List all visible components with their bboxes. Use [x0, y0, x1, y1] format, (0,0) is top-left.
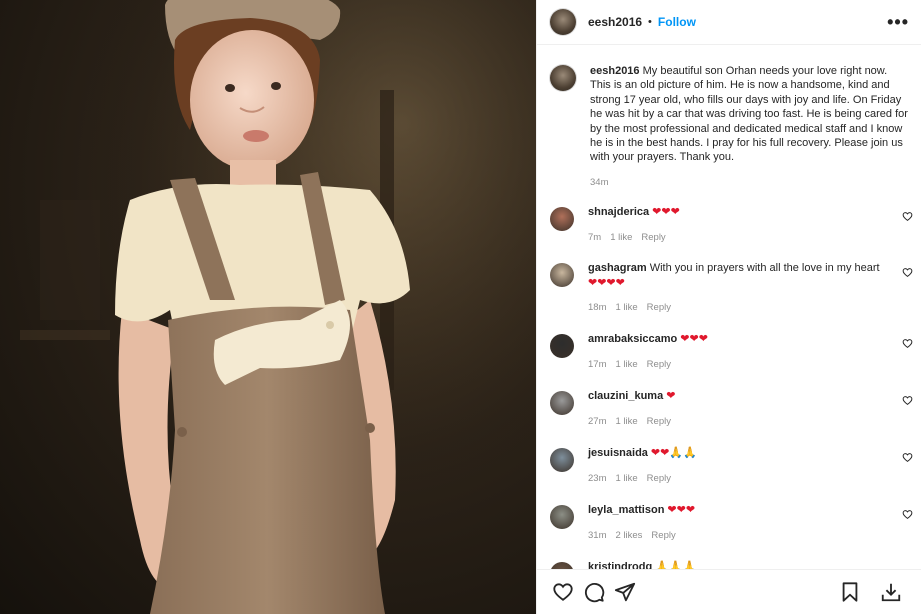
comment-avatar[interactable]: [550, 391, 574, 415]
comment-likes[interactable]: 1 like: [615, 359, 637, 370]
post-photo: [0, 0, 536, 614]
comment-avatar[interactable]: [550, 448, 574, 472]
comment-time: 31m: [588, 529, 607, 541]
comment-likes[interactable]: 1 like: [610, 232, 632, 243]
comment-text: amrabaksiccamo ❤❤❤: [588, 332, 888, 347]
comment-like-heart-icon[interactable]: [902, 211, 913, 222]
comment-username[interactable]: jesuisnaida: [588, 447, 648, 459]
comment-username[interactable]: shnajderica: [588, 206, 649, 218]
comment-avatar[interactable]: [550, 207, 574, 231]
comment-reply-button[interactable]: Reply: [647, 416, 671, 427]
header-avatar[interactable]: [550, 9, 576, 35]
comment-like-heart-icon[interactable]: [902, 452, 913, 463]
comment-time: 27m: [588, 415, 607, 427]
post-header: eesh2016 • Follow •••: [537, 0, 921, 45]
comment-body: clauzini_kuma ❤ 27m 1 like Reply: [588, 389, 888, 427]
comments-list[interactable]: eesh2016 My beautiful son Orhan needs yo…: [537, 45, 921, 570]
comment-text: leyla_mattison ❤❤❤: [588, 503, 888, 518]
comment-username[interactable]: leyla_mattison: [588, 504, 664, 516]
caption-username[interactable]: eesh2016: [590, 65, 640, 77]
comment-reply-button[interactable]: Reply: [647, 473, 671, 484]
follow-button[interactable]: Follow: [658, 15, 696, 29]
header-username[interactable]: eesh2016: [588, 15, 642, 29]
comment-likes[interactable]: 2 likes: [615, 530, 642, 541]
comment-emoji: ❤❤❤: [680, 333, 708, 345]
post-panel: eesh2016 • Follow ••• eesh2016 My beauti…: [536, 0, 921, 614]
comment-time: 17m: [588, 358, 607, 370]
comment-body: gashagram With you in prayers with all th…: [588, 261, 888, 313]
comment-time: 18m: [588, 302, 607, 313]
comment-meta: 18m 1 like Reply: [588, 302, 888, 313]
comment-text: shnajderica ❤❤❤: [588, 205, 888, 220]
comment-row: leyla_mattison ❤❤❤ 31m 2 likes Reply: [550, 503, 913, 541]
comment-emoji: ❤❤❤: [667, 504, 696, 516]
comment-row: gashagram With you in prayers with all th…: [550, 261, 913, 313]
comment-row: amrabaksiccamo ❤❤❤ 17m 1 like Reply: [550, 332, 913, 370]
comment-likes[interactable]: 1 like: [615, 416, 637, 427]
comment-text: gashagram With you in prayers with all th…: [588, 261, 888, 290]
comment-row: clauzini_kuma ❤ 27m 1 like Reply: [550, 389, 913, 427]
comment-meta: 17m 1 like Reply: [588, 359, 888, 370]
share-icon[interactable]: [614, 581, 636, 603]
comment-avatar[interactable]: [550, 505, 574, 529]
comment-body: shnajderica ❤❤❤ 7m 1 like Reply: [588, 205, 888, 243]
comment-message: With you in prayers with all the love in…: [649, 262, 880, 274]
comment-avatar[interactable]: [550, 263, 574, 287]
caption-text: My beautiful son Orhan needs your love r…: [590, 65, 908, 164]
comment-emoji: ❤: [666, 390, 676, 402]
caption-time: 34m: [590, 176, 609, 188]
comment-emoji: ❤❤🙏🙏: [650, 447, 697, 459]
comment-body: amrabaksiccamo ❤❤❤ 17m 1 like Reply: [588, 332, 888, 370]
photo-illustration: [0, 0, 536, 614]
comment-reply-button[interactable]: Reply: [647, 359, 671, 370]
comment-meta: 27m 1 like Reply: [588, 416, 888, 427]
comment-body: jesuisnaida ❤❤🙏🙏 23m 1 like Reply: [588, 446, 888, 484]
comment-row: jesuisnaida ❤❤🙏🙏 23m 1 like Reply: [550, 446, 913, 484]
comment-meta: 23m 1 like Reply: [588, 473, 888, 484]
comment-meta: 7m 1 like Reply: [588, 232, 888, 243]
comment-body: leyla_mattison ❤❤❤ 31m 2 likes Reply: [588, 503, 888, 541]
heart-icon[interactable]: [552, 581, 574, 603]
caption: eesh2016 My beautiful son Orhan needs yo…: [537, 45, 921, 188]
comment-text: jesuisnaida ❤❤🙏🙏: [588, 446, 888, 461]
comment-like-heart-icon[interactable]: [902, 395, 913, 406]
comment-likes[interactable]: 1 like: [615, 302, 637, 313]
caption-avatar[interactable]: [550, 65, 576, 91]
header-dot: •: [648, 16, 652, 28]
comment-username[interactable]: gashagram: [588, 262, 647, 274]
comment-meta: 31m 2 likes Reply: [588, 530, 888, 541]
comment-time: 7m: [588, 231, 602, 243]
comment-like-heart-icon[interactable]: [902, 267, 913, 278]
comment-avatar[interactable]: [550, 334, 574, 358]
comment-reply-button[interactable]: Reply: [641, 232, 665, 243]
comment-row: shnajderica ❤❤❤ 7m 1 like Reply: [550, 205, 913, 243]
action-bar: [537, 569, 921, 614]
comment-reply-button[interactable]: Reply: [651, 530, 675, 541]
more-icon[interactable]: •••: [887, 13, 909, 31]
comment-like-heart-icon[interactable]: [902, 509, 913, 520]
comment-likes[interactable]: 1 like: [615, 473, 637, 484]
comment-emoji: ❤❤❤: [652, 206, 680, 218]
bookmark-icon[interactable]: [839, 581, 861, 603]
download-icon[interactable]: [880, 581, 902, 603]
comment-time: 23m: [588, 472, 607, 484]
comment-like-heart-icon[interactable]: [902, 338, 913, 349]
comment-emoji: ❤❤❤❤: [588, 276, 625, 289]
comment-username[interactable]: amrabaksiccamo: [588, 333, 677, 345]
comment-icon[interactable]: [583, 581, 605, 603]
comment-reply-button[interactable]: Reply: [647, 302, 671, 313]
comment-username[interactable]: clauzini_kuma: [588, 390, 663, 402]
comment-text: clauzini_kuma ❤: [588, 389, 888, 404]
